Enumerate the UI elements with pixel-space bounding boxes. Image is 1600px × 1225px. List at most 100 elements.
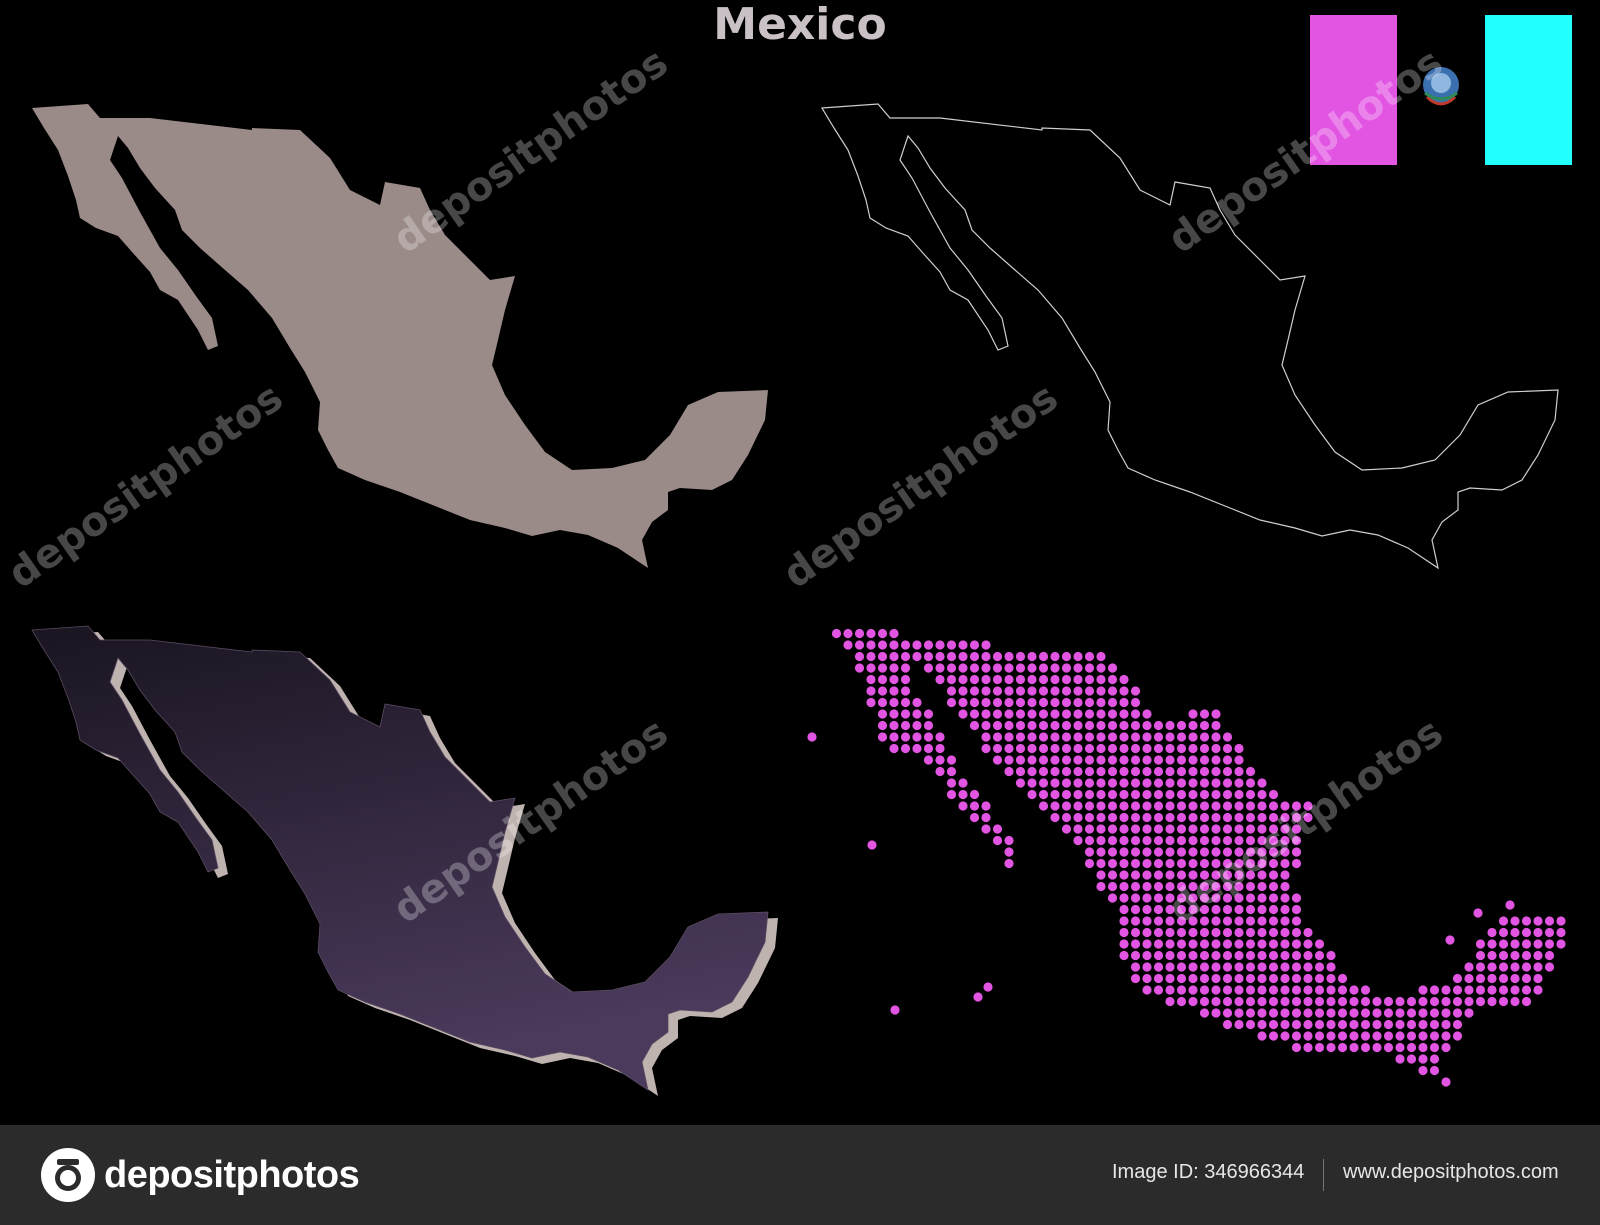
map-dot xyxy=(1280,904,1290,915)
map-dot xyxy=(889,640,899,650)
map-dot xyxy=(1406,1031,1417,1041)
map-dot xyxy=(1050,697,1060,708)
map-dot xyxy=(1027,709,1037,719)
map-dot xyxy=(1096,824,1106,834)
map-dot xyxy=(1360,996,1371,1007)
map-dot xyxy=(1176,720,1187,731)
map-dot xyxy=(1119,697,1129,708)
map-dot xyxy=(1245,904,1256,915)
map-dot xyxy=(1153,720,1164,731)
map-dot xyxy=(1027,697,1037,708)
map-dot xyxy=(923,709,934,719)
map-dot xyxy=(1073,663,1083,673)
map-dot xyxy=(1119,835,1129,846)
map-dot xyxy=(1475,962,1486,972)
map-dot xyxy=(1360,985,1371,995)
depositphotos-logo[interactable]: depositphotos xyxy=(40,1147,360,1203)
map-dot xyxy=(1268,962,1279,972)
map-dot xyxy=(1234,743,1244,754)
map-dot xyxy=(1073,766,1083,777)
map-dot xyxy=(1245,939,1256,949)
map-dot xyxy=(1073,651,1083,662)
map-dot xyxy=(1119,916,1129,926)
map-dot xyxy=(1153,916,1164,926)
map-dot xyxy=(1119,801,1129,811)
map-dot xyxy=(1061,686,1072,696)
map-dot xyxy=(1027,778,1037,788)
map-dot xyxy=(1475,996,1486,1007)
map-dot xyxy=(912,709,922,719)
map-dot xyxy=(900,743,911,754)
map-dot xyxy=(1418,1065,1428,1076)
map-dot xyxy=(1280,985,1290,995)
map-dot xyxy=(1153,858,1164,869)
map-dot xyxy=(1107,732,1118,742)
map-dot xyxy=(1153,847,1164,857)
map-dot xyxy=(1015,674,1026,685)
map-dot xyxy=(912,651,922,662)
map-dot xyxy=(1222,755,1233,765)
map-dot xyxy=(877,709,888,719)
map-dot xyxy=(1291,1008,1302,1018)
map-dot xyxy=(1222,789,1233,800)
map-dot xyxy=(1176,927,1187,938)
map-dot xyxy=(1165,916,1175,926)
map-dot xyxy=(866,651,876,662)
map-dot xyxy=(1475,985,1486,995)
map-dot xyxy=(958,709,968,719)
map-dot xyxy=(1441,1042,1451,1053)
map-dot xyxy=(1107,824,1118,834)
map-dot xyxy=(1061,766,1072,777)
map-dot xyxy=(1004,858,1014,869)
map-dot xyxy=(1222,778,1233,788)
map-dot xyxy=(900,663,911,673)
map-dot xyxy=(1280,835,1290,846)
map-dot xyxy=(1004,674,1014,685)
map-dot xyxy=(877,697,888,708)
map-dot xyxy=(1222,870,1233,880)
map-dot xyxy=(1130,870,1141,880)
map-dot xyxy=(1199,789,1210,800)
map-dot xyxy=(1084,732,1095,742)
map-dot xyxy=(958,697,968,708)
map-dot xyxy=(958,789,968,800)
map-dot xyxy=(1199,1008,1210,1018)
map-dot xyxy=(1165,893,1175,903)
map-dot xyxy=(1314,939,1325,949)
map-dot xyxy=(1199,801,1210,811)
map-dot xyxy=(1119,893,1129,903)
map-dot xyxy=(1349,996,1359,1007)
map-dot xyxy=(958,663,968,673)
map-dot xyxy=(1234,916,1244,926)
map-dot xyxy=(1326,950,1336,961)
map-dot xyxy=(1245,858,1256,869)
map-dot xyxy=(1142,916,1152,926)
map-dot xyxy=(1291,812,1302,823)
map-dot xyxy=(1153,732,1164,742)
map-dot xyxy=(1211,962,1221,972)
map-dot xyxy=(1188,927,1198,938)
map-dot xyxy=(1268,916,1279,926)
map-dot xyxy=(1521,950,1532,961)
map-dot xyxy=(1291,916,1302,926)
map-dot xyxy=(1142,939,1152,949)
map-dot xyxy=(992,651,1003,662)
solid-map xyxy=(32,104,768,568)
map-dot xyxy=(1130,686,1141,696)
image-id: Image ID: 346966344 xyxy=(1112,1161,1305,1183)
map-dot xyxy=(1176,812,1187,823)
map-dot xyxy=(843,628,853,639)
map-dot xyxy=(1165,927,1175,938)
map-dot xyxy=(1165,870,1175,880)
map-dot xyxy=(1176,743,1187,754)
map-dot xyxy=(923,651,934,662)
map-dot xyxy=(1360,1008,1371,1018)
map-dot xyxy=(854,651,865,662)
site-link[interactable]: www.depositphotos.com xyxy=(1343,1161,1559,1184)
map-dot xyxy=(1406,996,1417,1007)
map-dot xyxy=(1188,778,1198,788)
map-dot xyxy=(1337,1031,1348,1041)
map-dot xyxy=(1349,1008,1359,1018)
map-dot xyxy=(1061,697,1072,708)
map-dot xyxy=(1257,778,1267,788)
